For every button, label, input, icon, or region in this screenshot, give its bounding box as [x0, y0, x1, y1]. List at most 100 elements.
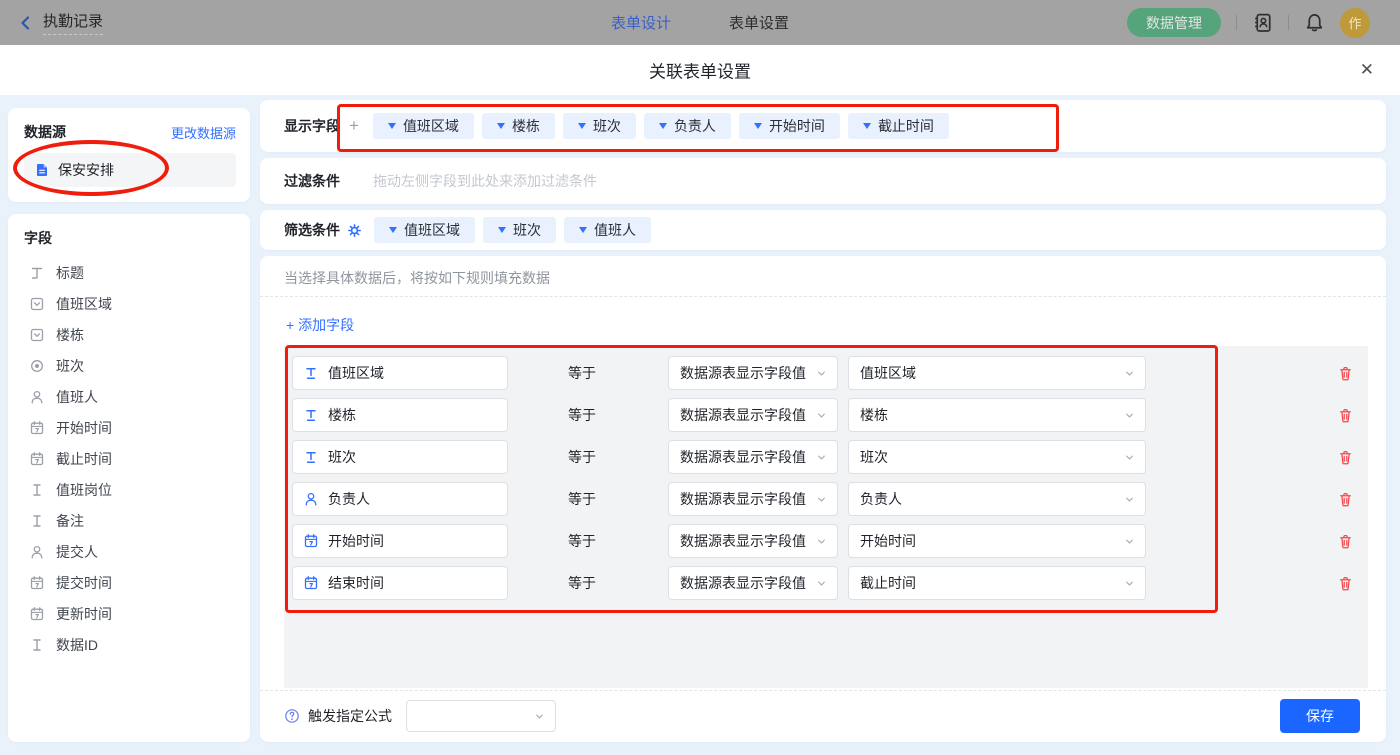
- display-field-chip[interactable]: 楼栋: [482, 113, 555, 139]
- field-item-label: 开始时间: [56, 418, 112, 438]
- field-item[interactable]: 更新时间: [24, 598, 238, 629]
- fill-rule-row: 值班区域 等于 数据源表显示字段值 值班区域: [292, 356, 1368, 390]
- rule-field-label: 负责人: [328, 489, 370, 509]
- field-item[interactable]: 提交时间: [24, 567, 238, 598]
- calendar-icon: [29, 575, 45, 591]
- close-icon[interactable]: ✕: [1360, 60, 1374, 80]
- trash-icon[interactable]: [1337, 491, 1354, 508]
- display-field-chip[interactable]: 截止时间: [848, 113, 949, 139]
- rule-source-select[interactable]: 数据源表显示字段值: [668, 356, 838, 390]
- rule-value-label: 截止时间: [860, 573, 916, 593]
- filter-conditions-label: 过滤条件: [284, 171, 340, 191]
- trash-icon[interactable]: [1337, 533, 1354, 550]
- rule-field-box[interactable]: 班次: [292, 440, 508, 474]
- rule-source-value: 数据源表显示字段值: [680, 489, 806, 509]
- rule-source-select[interactable]: 数据源表显示字段值: [668, 398, 838, 432]
- field-item[interactable]: 数据ID: [24, 629, 238, 660]
- rule-value-select[interactable]: 截止时间: [848, 566, 1146, 600]
- radio-icon: [29, 358, 45, 374]
- display-field-chip[interactable]: 班次: [563, 113, 636, 139]
- rule-field-box[interactable]: 开始时间: [292, 524, 508, 558]
- rule-source-select[interactable]: 数据源表显示字段值: [668, 482, 838, 516]
- display-field-chip[interactable]: 负责人: [644, 113, 731, 139]
- chip-label: 班次: [593, 116, 621, 136]
- rule-value-label: 负责人: [860, 489, 902, 509]
- chip-label: 值班区域: [404, 220, 460, 240]
- rule-source-value: 数据源表显示字段值: [680, 363, 806, 383]
- person-icon: [303, 491, 319, 507]
- triangle-down-icon: [497, 123, 505, 129]
- back-button[interactable]: [18, 15, 34, 31]
- rule-value-select[interactable]: 开始时间: [848, 524, 1146, 558]
- trash-icon[interactable]: [1337, 449, 1354, 466]
- formula-select[interactable]: [406, 700, 556, 732]
- save-button[interactable]: 保存: [1280, 699, 1360, 733]
- rule-source-select[interactable]: 数据源表显示字段值: [668, 440, 838, 474]
- field-item[interactable]: 值班人: [24, 381, 238, 412]
- rule-field-box[interactable]: 楼栋: [292, 398, 508, 432]
- text-icon: [303, 407, 319, 423]
- bell-icon[interactable]: [1304, 12, 1325, 33]
- rule-source-select[interactable]: 数据源表显示字段值: [668, 566, 838, 600]
- field-item[interactable]: 提交人: [24, 536, 238, 567]
- rule-value-select[interactable]: 楼栋: [848, 398, 1146, 432]
- screen-condition-chip[interactable]: 值班区域: [374, 217, 475, 243]
- tab-form-design[interactable]: 表单设计: [611, 12, 671, 33]
- chevron-down-icon: [533, 710, 546, 723]
- rule-field-box[interactable]: 值班区域: [292, 356, 508, 390]
- display-field-chip[interactable]: 值班区域: [373, 113, 474, 139]
- trash-icon[interactable]: [1337, 407, 1354, 424]
- display-field-chip[interactable]: 开始时间: [739, 113, 840, 139]
- rule-value-select[interactable]: 值班区域: [848, 356, 1146, 390]
- gear-icon[interactable]: [347, 223, 362, 238]
- screen-condition-chip[interactable]: 值班人: [564, 217, 651, 243]
- rule-value-select[interactable]: 班次: [848, 440, 1146, 474]
- fill-rule-row: 楼栋 等于 数据源表显示字段值 楼栋: [292, 398, 1368, 432]
- triangle-down-icon: [863, 123, 871, 129]
- fill-rules-panel: 当选择具体数据后，将按如下规则填充数据 + 添加字段 值班区域 等于 数据源表显…: [260, 256, 1386, 742]
- change-datasource-link[interactable]: 更改数据源: [171, 123, 236, 142]
- field-item[interactable]: 值班区域: [24, 288, 238, 319]
- tab-form-settings[interactable]: 表单设置: [729, 12, 789, 33]
- divider: [1236, 15, 1237, 30]
- trash-icon[interactable]: [1337, 365, 1354, 382]
- add-display-field-button[interactable]: +: [349, 116, 359, 136]
- rule-field-box[interactable]: 结束时间: [292, 566, 508, 600]
- field-item[interactable]: 开始时间: [24, 412, 238, 443]
- fill-rule-row: 结束时间 等于 数据源表显示字段值 截止时间: [292, 566, 1368, 600]
- calendar-icon: [29, 606, 45, 622]
- text-icon: [303, 449, 319, 465]
- chevron-down-icon: [815, 493, 828, 506]
- form-title[interactable]: 执勤记录: [43, 10, 103, 35]
- add-field-link[interactable]: + 添加字段: [286, 315, 354, 335]
- field-item[interactable]: 标题: [24, 257, 238, 288]
- field-item-label: 截止时间: [56, 449, 112, 469]
- trash-icon[interactable]: [1337, 575, 1354, 592]
- field-item[interactable]: 值班岗位: [24, 474, 238, 505]
- field-item-label: 更新时间: [56, 604, 112, 624]
- field-item-label: 班次: [56, 356, 84, 376]
- chevron-down-icon: [815, 577, 828, 590]
- field-item[interactable]: 楼栋: [24, 319, 238, 350]
- rule-source-select[interactable]: 数据源表显示字段值: [668, 524, 838, 558]
- equals-label: 等于: [568, 363, 598, 383]
- rule-field-box[interactable]: 负责人: [292, 482, 508, 516]
- field-item[interactable]: 班次: [24, 350, 238, 381]
- select-icon: [29, 327, 45, 343]
- triangle-down-icon: [388, 123, 396, 129]
- calendar-icon: [303, 533, 319, 549]
- filter-drop-placeholder: 拖动左侧字段到此处来添加过滤条件: [373, 171, 597, 191]
- field-item[interactable]: 备注: [24, 505, 238, 536]
- contacts-icon[interactable]: [1252, 12, 1273, 33]
- chip-label: 值班人: [594, 220, 636, 240]
- avatar[interactable]: 作: [1340, 8, 1370, 38]
- fill-rule-row: 开始时间 等于 数据源表显示字段值 开始时间: [292, 524, 1368, 558]
- help-icon[interactable]: [284, 708, 300, 724]
- datasource-item[interactable]: 保安安排: [24, 153, 236, 187]
- screen-condition-chip[interactable]: 班次: [483, 217, 556, 243]
- text-icon: [29, 637, 45, 653]
- field-item[interactable]: 截止时间: [24, 443, 238, 474]
- rule-value-select[interactable]: 负责人: [848, 482, 1146, 516]
- rule-value-label: 值班区域: [860, 363, 916, 383]
- data-manage-button[interactable]: 数据管理: [1127, 8, 1221, 37]
